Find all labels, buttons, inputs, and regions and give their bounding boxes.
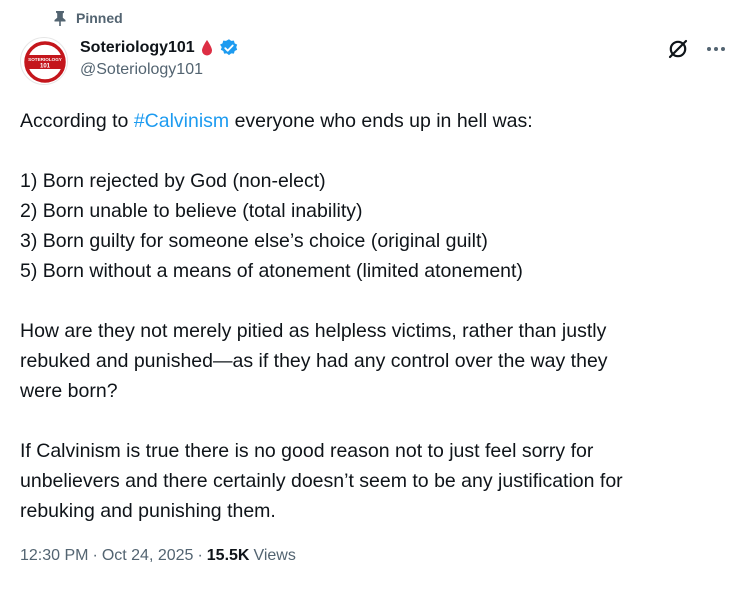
paragraph-line: How are they not merely pitied as helple… [20, 320, 607, 342]
grok-icon[interactable] [666, 37, 690, 61]
avatar-text-bottom: 101 [40, 64, 51, 70]
author-handle[interactable]: @Soteriology101 [80, 61, 239, 79]
hashtag-link[interactable]: #Calvinism [134, 110, 229, 132]
tweet-text: According to #Calvinism everyone who end… [20, 106, 720, 526]
pinned-label: Pinned [76, 10, 123, 26]
views-label: Views [253, 547, 296, 564]
author-name-row[interactable]: Soteriology101 [80, 37, 239, 59]
views-count: 15.5K [206, 547, 250, 564]
paragraph-line: rebuking and punishing them. [20, 500, 276, 522]
list-item: 5) Born without a means of atonement (li… [20, 260, 523, 282]
pinned-row: Pinned [52, 10, 123, 26]
paragraph-line: rebuked and punished—as if they had any … [20, 350, 608, 372]
pin-icon [52, 10, 68, 26]
avatar-text-top: SOTERIOLOGY [28, 57, 62, 62]
author-block: Soteriology101 @Soteriology101 [80, 37, 239, 79]
list-item: 2) Born unable to believe (total inabili… [20, 200, 363, 222]
tweet-time[interactable]: 12:30 PM [20, 547, 88, 565]
blood-drop-icon [201, 39, 213, 57]
list-item: 3) Born guilty for someone else’s choice… [20, 230, 488, 252]
paragraph-line: If Calvinism is true there is no good re… [20, 440, 594, 462]
tweet-meta: 12:30 PM · Oct 24, 2025 · 15.5K Views [20, 545, 296, 567]
tweet-date[interactable]: Oct 24, 2025 [102, 547, 194, 565]
display-name[interactable]: Soteriology101 [80, 39, 195, 57]
meta-separator: · [197, 547, 203, 564]
avatar[interactable]: SOTERIOLOGY 101 [20, 37, 68, 85]
top-actions [666, 37, 728, 61]
meta-separator: · [92, 547, 98, 564]
more-icon[interactable] [704, 37, 728, 61]
paragraph-line: unbelievers and there certainly doesn’t … [20, 470, 623, 492]
paragraph-line: were born? [20, 380, 118, 402]
verified-badge-icon[interactable] [219, 38, 239, 58]
list-item: 1) Born rejected by God (non-elect) [20, 170, 326, 192]
tweet-intro-line: According to #Calvinism everyone who end… [20, 110, 533, 132]
